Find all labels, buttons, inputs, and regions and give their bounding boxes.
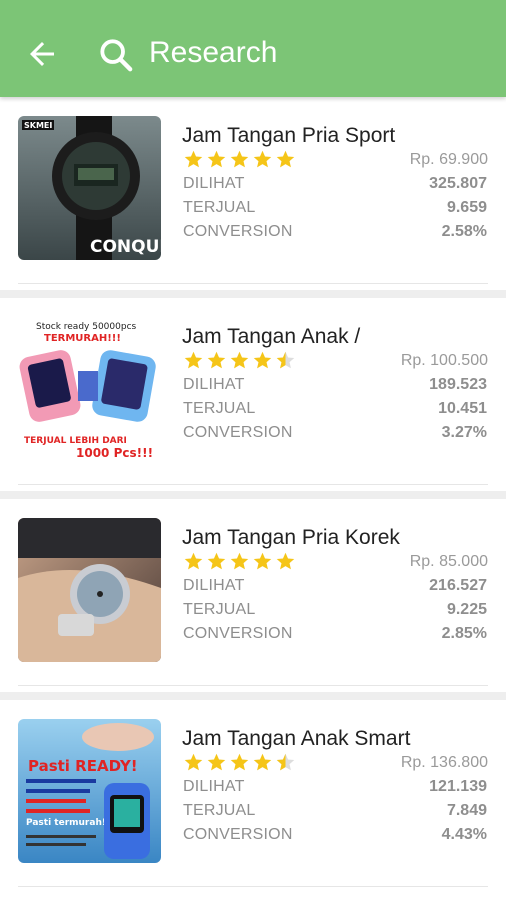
sold-value: 9.225 (446, 601, 487, 618)
arrow-back-icon (30, 42, 54, 66)
product-name: Jam Tangan Anak Smart (182, 727, 411, 750)
rating-stars (183, 752, 296, 773)
divider (18, 283, 488, 284)
product-image: Stock ready 50000pcs TERMURAH!!! TERJUAL… (18, 317, 161, 461)
star-icon (276, 552, 295, 570)
conversion-value: 2.58% (441, 223, 487, 240)
star-icon (207, 351, 226, 369)
image-caption: CONQUER (90, 237, 161, 257)
views-value: 325.807 (429, 175, 487, 192)
divider (18, 886, 488, 887)
conversion-value: 2.85% (441, 625, 487, 642)
star-icon (253, 753, 272, 771)
star-icon (230, 351, 249, 369)
conversion-label: CONVERSION (183, 223, 293, 240)
star-icon (253, 552, 272, 570)
image-caption: Pasti READY! (28, 757, 138, 775)
product-price: Rp. 85.000 (409, 553, 488, 570)
rating-stars (183, 149, 296, 170)
conversion-label: CONVERSION (183, 424, 293, 441)
views-value: 216.527 (429, 577, 487, 594)
product-name: Jam Tangan Pria Sport (182, 124, 396, 147)
star-icon (184, 351, 203, 369)
divider (18, 685, 488, 686)
star-icon (230, 753, 249, 771)
product-image: SKMEI CONQUER (18, 116, 161, 260)
sold-label: TERJUAL (183, 400, 256, 417)
divider (18, 484, 488, 485)
product-image: Pasti READY! Pasti termurah! (18, 719, 161, 863)
product-image (18, 518, 161, 662)
image-caption: 1000 Pcs!!! (76, 446, 153, 460)
star-icon (184, 753, 203, 771)
card-separator (0, 290, 506, 298)
sold-value: 9.659 (446, 199, 487, 216)
views-label: DILIHAT (183, 778, 245, 795)
conversion-label: CONVERSION (183, 826, 293, 843)
views-label: DILIHAT (183, 175, 245, 192)
back-button[interactable] (22, 34, 62, 74)
star-icon (230, 150, 249, 168)
card-separator (0, 491, 506, 499)
star-icon (230, 552, 249, 570)
sold-label: TERJUAL (183, 199, 256, 216)
conversion-value: 3.27% (441, 424, 487, 441)
product-card[interactable]: Jam Tangan Pria Korek Rp. 85.000 DILIHAT… (0, 499, 506, 692)
image-caption: TERJUAL LEBIH DARI (24, 436, 127, 446)
sold-value: 10.451 (438, 400, 487, 417)
product-card[interactable]: SKMEI CONQUER Jam Tangan Pria Sport Rp. … (0, 97, 506, 290)
product-card[interactable]: Stock ready 50000pcs TERMURAH!!! TERJUAL… (0, 298, 506, 491)
rating-stars (183, 551, 296, 572)
sold-value: 7.849 (446, 802, 487, 819)
image-caption: TERMURAH!!! (44, 333, 121, 344)
product-name: Jam Tangan Pria Korek (182, 526, 400, 549)
sold-label: TERJUAL (183, 601, 256, 618)
star-icon (253, 150, 272, 168)
star-icon (184, 552, 203, 570)
app-header: Research (0, 0, 506, 97)
star-icon (207, 150, 226, 168)
views-value: 189.523 (429, 376, 487, 393)
star-half-icon (276, 351, 295, 369)
star-icon (207, 753, 226, 771)
product-card[interactable]: Pasti READY! Pasti termurah! Jam Tangan … (0, 700, 506, 893)
product-list: SKMEI CONQUER Jam Tangan Pria Sport Rp. … (0, 97, 506, 893)
star-icon (207, 552, 226, 570)
image-brand-text: SKMEI (24, 121, 52, 130)
conversion-value: 4.43% (441, 826, 487, 843)
views-label: DILIHAT (183, 376, 245, 393)
product-price: Rp. 69.900 (409, 151, 488, 168)
search-icon (100, 39, 133, 72)
rating-stars (183, 350, 296, 371)
product-name: Jam Tangan Anak / (182, 325, 361, 348)
star-icon (276, 150, 295, 168)
star-icon (253, 351, 272, 369)
star-half-icon (276, 753, 295, 771)
views-value: 121.139 (429, 778, 487, 795)
image-caption: Pasti termurah! (26, 818, 106, 828)
conversion-label: CONVERSION (183, 625, 293, 642)
star-icon (184, 150, 203, 168)
product-price: Rp. 136.800 (400, 754, 488, 771)
card-separator (0, 692, 506, 700)
product-price: Rp. 100.500 (400, 352, 488, 369)
views-label: DILIHAT (183, 577, 245, 594)
sold-label: TERJUAL (183, 802, 256, 819)
page-title: Research (149, 36, 278, 69)
search-button[interactable] (95, 34, 137, 76)
image-caption: Stock ready 50000pcs (36, 322, 137, 332)
